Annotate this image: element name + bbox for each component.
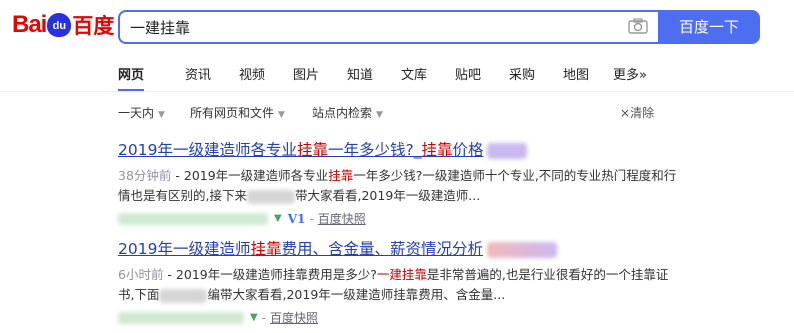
close-icon: × xyxy=(620,106,631,120)
caret-down-icon: ▼ xyxy=(278,110,285,120)
title-highlight: 挂靠 xyxy=(421,141,453,159)
search-input[interactable] xyxy=(130,12,610,42)
result-footer: ▼ - 百度快照 xyxy=(118,309,678,326)
title-text: 费用、含金量、薪资情况分析 xyxy=(281,240,483,258)
title-text: 2019年一级建造师各专业 xyxy=(118,141,297,159)
redacted-blur xyxy=(487,142,528,159)
title-text: 2019年一级建造师 xyxy=(118,240,251,258)
caret-down-icon[interactable]: ▼ xyxy=(250,312,258,323)
caret-down-icon[interactable]: ▼ xyxy=(274,213,282,224)
caret-down-icon: ▼ xyxy=(376,110,383,120)
separator: - xyxy=(309,211,314,226)
clear-filter-button[interactable]: ×清除 xyxy=(620,104,654,121)
result-title-link[interactable]: 2019年一级建造师挂靠费用、含金量、薪资情况分析 xyxy=(118,237,678,259)
tab-zhidao[interactable]: 知道 xyxy=(347,64,373,83)
tab-video[interactable]: 视频 xyxy=(239,64,265,83)
title-highlight: 挂靠 xyxy=(296,141,328,159)
tab-images[interactable]: 图片 xyxy=(293,64,319,83)
search-tabs: 网页 资讯 视频 图片 知道 文库 贴吧 采购 地图 更多» xyxy=(0,60,794,92)
logo-paw-icon: du xyxy=(47,13,72,37)
result-time: 38分钟前 xyxy=(118,168,172,183)
tab-wenku[interactable]: 文库 xyxy=(401,64,427,83)
filter-site[interactable]: 站点内检索 ▼ xyxy=(312,104,383,121)
tab-web[interactable]: 网页 xyxy=(118,64,145,91)
search-button[interactable]: 百度一下 xyxy=(658,10,760,44)
result-url-blurred[interactable] xyxy=(118,311,244,324)
separator: - xyxy=(261,310,267,325)
snippet-highlight: 一建挂靠 xyxy=(376,267,427,282)
header: Bai du 百度 百度一下 xyxy=(0,0,794,50)
tab-news[interactable]: 资讯 xyxy=(185,64,211,83)
filter-site-label: 站点内检索 xyxy=(312,106,373,120)
logo-text-bai: Bai xyxy=(12,11,47,38)
caret-down-icon: ▼ xyxy=(158,110,165,120)
filter-time-label: 一天内 xyxy=(118,106,155,120)
search-filters: 一天内 ▼ 所有网页和文件 ▼ 站点内检索 ▼ ×清除 xyxy=(0,104,794,124)
result-footer: ▼ V1 - 百度快照 xyxy=(118,210,678,227)
snapshot-link[interactable]: 百度快照 xyxy=(318,210,366,227)
result-url-blurred[interactable] xyxy=(118,212,268,225)
v1-badge-icon[interactable]: V1 xyxy=(288,212,306,226)
search-box xyxy=(118,10,658,44)
result-snippet: 6小时前 - 2019年一级建造师挂靠费用是多少?一建挂靠是非常普遍的,也是行业… xyxy=(118,265,678,305)
snippet-text: 编带大家看看,2019年一级建造师挂靠费用、含金量... xyxy=(207,287,506,302)
tab-purchase[interactable]: 采购 xyxy=(509,64,535,83)
logo-text-cn: 百度 xyxy=(72,14,115,38)
title-text: 价格 xyxy=(452,141,484,159)
tab-map[interactable]: 地图 xyxy=(563,64,589,83)
title-highlight: 挂靠 xyxy=(250,240,282,258)
title-text: 一年多少钱?_ xyxy=(327,141,422,159)
snippet-text: 带大家看看,2019年一级建造师... xyxy=(294,188,481,203)
redacted-blur xyxy=(246,189,295,204)
filter-time[interactable]: 一天内 ▼ xyxy=(118,104,165,121)
result-time: 6小时前 xyxy=(118,267,164,282)
filter-type[interactable]: 所有网页和文件 ▼ xyxy=(190,104,285,121)
result-title-link[interactable]: 2019年一级建造师各专业挂靠一年多少钱?_挂靠价格 xyxy=(118,138,678,160)
camera-icon[interactable] xyxy=(628,18,648,34)
baidu-logo[interactable]: Bai du 百度 xyxy=(12,5,114,45)
clear-label: 清除 xyxy=(630,106,655,120)
tab-tieba[interactable]: 贴吧 xyxy=(455,64,481,83)
snapshot-link[interactable]: 百度快照 xyxy=(270,309,318,326)
search-result: 2019年一级建造师各专业挂靠一年多少钱?_挂靠价格 38分钟前 - 2019年… xyxy=(118,138,678,227)
tab-more[interactable]: 更多» xyxy=(613,64,647,83)
snippet-highlight: 挂靠 xyxy=(328,168,354,183)
result-snippet: 38分钟前 - 2019年一级建造师各专业挂靠一年多少钱?一级建造师十个专业,不… xyxy=(118,166,678,206)
redacted-blur xyxy=(486,241,557,258)
filter-type-label: 所有网页和文件 xyxy=(190,106,275,120)
search-result: 2019年一级建造师挂靠费用、含金量、薪资情况分析 6小时前 - 2019年一级… xyxy=(118,237,678,326)
snippet-text: - 2019年一级建造师挂靠费用是多少? xyxy=(163,267,377,282)
snippet-text: - 2019年一级建造师各专业 xyxy=(171,168,329,183)
redacted-blur xyxy=(159,288,208,303)
